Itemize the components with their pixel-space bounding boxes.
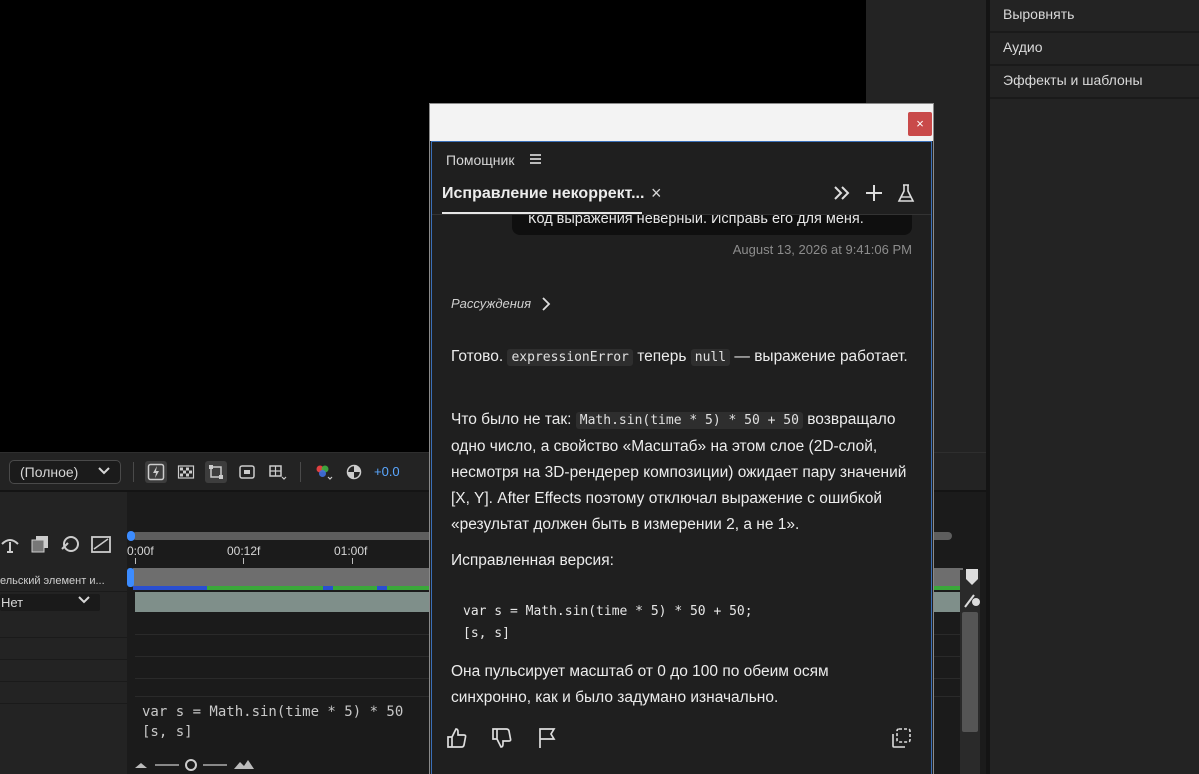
assistant-message-paragraph: Что было не так: Math.sin(time * 5) * 50…: [451, 407, 911, 538]
copy-icon[interactable]: [888, 725, 914, 751]
text: Готово.: [451, 348, 508, 365]
cache-segment: [377, 586, 387, 590]
user-message-text: Код выражения неверный. Исправь его для …: [528, 215, 864, 227]
resolution-select[interactable]: (Полное): [9, 460, 121, 484]
expression-line: [s, s]: [142, 724, 193, 740]
layer-row: [0, 682, 127, 704]
zoom-slider-thumb[interactable]: [185, 759, 197, 771]
cache-segment: [133, 586, 207, 590]
transparency-grid-icon[interactable]: [175, 461, 197, 483]
thumbs-down-icon[interactable]: [489, 725, 515, 751]
cache-segment: [323, 586, 333, 590]
parent-column-header: ельский элемент и...: [0, 570, 127, 592]
toolbar-separator: [133, 462, 134, 482]
tick-label: 00:12f: [227, 544, 261, 558]
new-chat-plus-icon[interactable]: [863, 182, 885, 204]
region-of-interest-icon[interactable]: [236, 461, 258, 483]
timeline-switch-icons: [0, 532, 127, 558]
frame-blending-icon[interactable]: [30, 534, 50, 554]
fast-preview-icon[interactable]: [145, 461, 167, 483]
shy-layers-icon[interactable]: [0, 536, 20, 554]
zoom-track: [203, 764, 227, 766]
chevron-down-icon: [97, 461, 111, 483]
chevron-down-icon: [77, 594, 91, 611]
zoom-out-icon[interactable]: [133, 760, 149, 770]
text: теперь: [632, 348, 691, 365]
tab-title[interactable]: Исправление некоррект...: [442, 185, 644, 203]
text: возвращало одно число, а свойство «Масшт…: [451, 411, 907, 533]
after-effects-window: Выровнять Аудио Эффекты и шаблоны (Полно…: [0, 0, 1199, 774]
code-line: var s = Math.sin(time * 5) * 50 + 50;: [463, 604, 753, 619]
chevron-right-icon: [542, 296, 551, 311]
tick-label: 01:00f: [334, 544, 368, 558]
window-close-button[interactable]: ×: [908, 112, 932, 136]
current-time-indicator[interactable]: [127, 568, 134, 587]
panel-align[interactable]: Выровнять: [990, 0, 1199, 33]
exposure-value[interactable]: +0.0: [374, 464, 400, 479]
comp-marker-icon[interactable]: [964, 568, 980, 586]
motion-blur-icon[interactable]: [60, 534, 80, 554]
flask-icon[interactable]: [895, 182, 917, 204]
tick-label: 0:00f: [127, 544, 154, 558]
reset-exposure-icon[interactable]: [343, 461, 365, 483]
inline-code: expressionError: [507, 349, 633, 366]
panel-title: Помощник: [446, 152, 515, 168]
double-chevron-icon[interactable]: [831, 182, 853, 204]
feedback-bar: [444, 725, 924, 761]
mask-path-icon[interactable]: [205, 461, 227, 483]
chat-transcript[interactable]: Код выражения неверный. Исправь его для …: [432, 215, 931, 725]
parent-select[interactable]: Нет: [0, 594, 100, 611]
right-panel-stack: Выровнять Аудио Эффекты и шаблоны: [990, 0, 1199, 774]
parent-select-value: Нет: [1, 595, 24, 610]
layer-row: [0, 616, 127, 638]
assistant-message-paragraph: Исправленная версия:: [451, 552, 614, 569]
assistant-message-paragraph: Готово. expressionError теперь null — вы…: [451, 344, 911, 371]
user-message-bubble: Код выражения неверный. Исправь его для …: [512, 215, 912, 235]
assistant-panel: Помощник Исправление некоррект... × Код …: [431, 141, 932, 774]
assistant-actions: [831, 182, 917, 204]
tab-close-button[interactable]: ×: [651, 183, 662, 204]
timeline-scroll-thumb[interactable]: [962, 612, 978, 732]
panel-audio[interactable]: Аудио: [990, 33, 1199, 66]
toolbar-separator: [300, 462, 301, 482]
message-timestamp: August 13, 2026 at 9:41:06 PM: [732, 242, 912, 257]
code-block[interactable]: var s = Math.sin(time * 5) * 50 + 50; [s…: [451, 593, 911, 657]
expression-line: var s = Math.sin(time * 5) * 50: [142, 704, 404, 720]
zoom-in-icon[interactable]: [233, 758, 255, 770]
channel-rgb-icon[interactable]: [312, 461, 334, 483]
layer-row: [0, 660, 127, 682]
assistant-message-paragraph: Она пульсирует масштаб от 0 до 100 по об…: [451, 663, 829, 706]
graph-editor-icon[interactable]: [90, 534, 112, 554]
layer-row: [0, 638, 127, 660]
timeline-layer-columns: ельский элемент и... Нет: [0, 492, 127, 774]
panel-effects-presets[interactable]: Эффекты и шаблоны: [990, 66, 1199, 99]
assistant-window: × Помощник Исправление некоррект... × Ко…: [429, 103, 934, 774]
brush-icon[interactable]: [962, 592, 982, 610]
inline-code: Math.sin(time * 5) * 50 + 50: [575, 412, 803, 429]
ruler-tick: [135, 558, 136, 564]
text: — выражение работает.: [730, 348, 908, 365]
text: Что было не так:: [451, 411, 576, 428]
reasoning-label: Рассуждения: [451, 296, 532, 311]
flag-icon[interactable]: [534, 725, 560, 751]
assistant-titlebar[interactable]: ×: [430, 104, 933, 141]
expression-editor[interactable]: var s = Math.sin(time * 5) * 50 [s, s]: [136, 698, 436, 748]
grid-guides-icon[interactable]: [266, 461, 288, 483]
code-line: [s, s]: [463, 626, 510, 641]
thumbs-up-icon[interactable]: [444, 725, 470, 751]
ruler-tick: [352, 558, 353, 564]
work-area-start-handle[interactable]: [127, 531, 135, 541]
zoom-track: [155, 764, 179, 766]
ruler-tick: [243, 558, 244, 564]
inline-code: null: [690, 349, 731, 366]
resolution-value: (Полное): [20, 464, 79, 480]
hamburger-menu-icon[interactable]: [530, 154, 541, 166]
reasoning-toggle[interactable]: Рассуждения: [451, 296, 551, 311]
